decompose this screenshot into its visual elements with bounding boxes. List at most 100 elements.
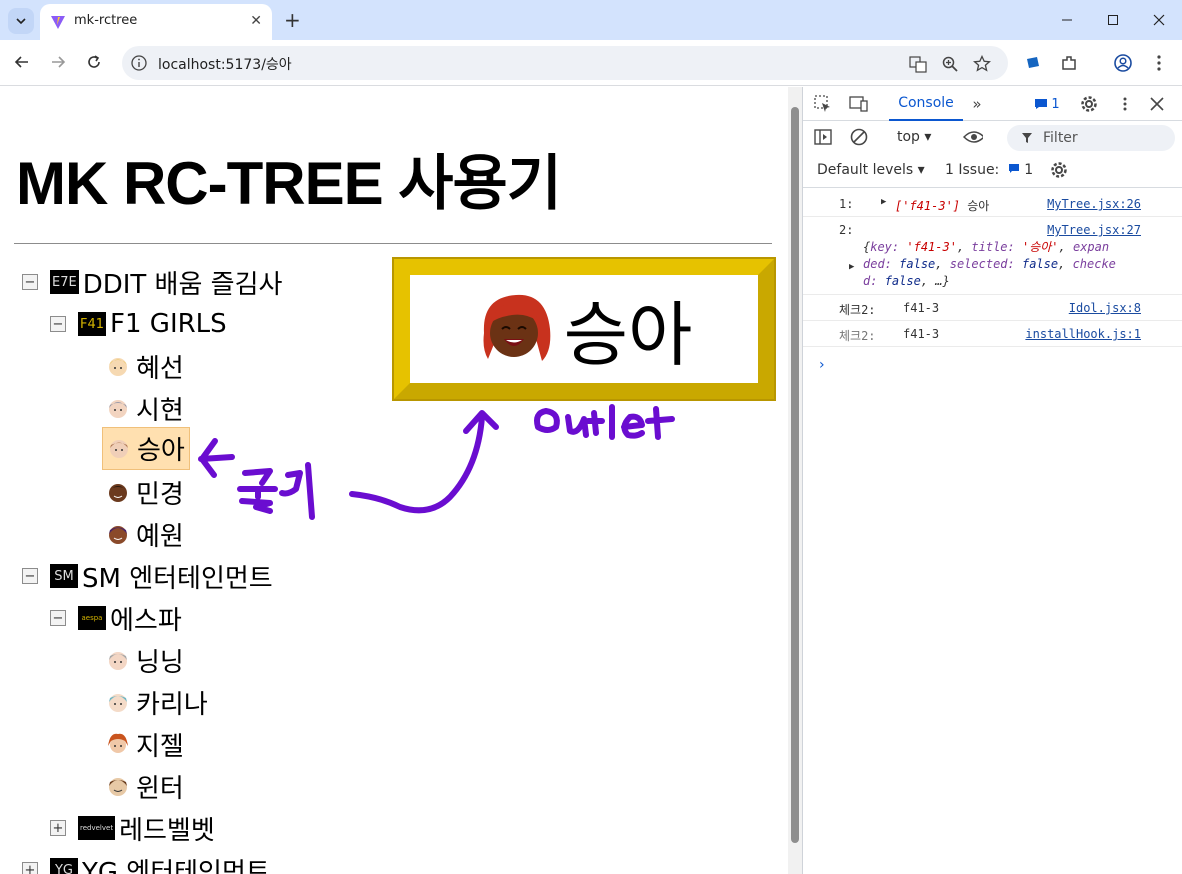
clear-console-icon[interactable] [849, 127, 869, 147]
expand-arrow-icon[interactable]: ▶ [849, 259, 854, 276]
console-message[interactable]: 1: ▶ ['f41-3'] 승아 MyTree.jsx:26 [803, 189, 1182, 217]
address-bar[interactable]: localhost:5173/승아 [122, 46, 1008, 80]
tree-node-label[interactable]: DDIT 배움 즐김사 [83, 264, 283, 301]
tree-node-hyeseon[interactable]: 혜선 [106, 347, 184, 385]
log-object: {key: 'f41-3', title: '승아', expan ▶ ded: … [849, 240, 1116, 288]
bookmark-star-icon[interactable] [972, 54, 992, 74]
settings-gear-icon[interactable] [1079, 94, 1099, 114]
tree-node-label[interactable]: YG 엔터테인먼트 [82, 852, 270, 874]
more-tabs-icon[interactable]: » [967, 94, 987, 114]
context-selector[interactable]: top ▾ [897, 129, 931, 145]
tree-node-karina[interactable]: 카리나 [106, 683, 208, 721]
avatar-seunga-large-icon [483, 294, 550, 361]
messages-badge[interactable]: 1 [1029, 94, 1065, 114]
log-label: 체크2: [839, 329, 876, 343]
tree-node-yg[interactable]: + YG YG 엔터테인먼트 [22, 851, 270, 874]
tree-node-label[interactable]: 예원 [136, 516, 184, 553]
selected-node[interactable]: 승아 [102, 426, 190, 470]
console-message[interactable]: 체크2: f41-3 Idol.jsx:8 [803, 295, 1182, 321]
tree-node-aespa[interactable]: − aespa 에스파 [50, 599, 182, 637]
source-link[interactable]: installHook.js:1 [1025, 327, 1141, 341]
eye-icon[interactable] [963, 127, 983, 147]
tree-node-winter[interactable]: 윈터 [106, 767, 184, 805]
tree-node-label[interactable]: 윈터 [136, 768, 184, 805]
tree-node-f1-girls[interactable]: − F41 F1 GIRLS [50, 305, 227, 343]
tree-node-label[interactable]: 혜선 [136, 348, 184, 385]
close-icon[interactable] [1147, 94, 1167, 114]
new-tab-button[interactable]: + [284, 8, 301, 32]
menu-kebab-icon[interactable] [1148, 52, 1170, 74]
minimize-button[interactable] [1054, 8, 1080, 32]
maximize-button[interactable] [1100, 8, 1126, 32]
tree-node-ningning[interactable]: 닝닝 [106, 641, 184, 679]
expand-switcher[interactable]: + [50, 820, 66, 836]
tree-node-label[interactable]: 승아 [137, 430, 185, 467]
source-link[interactable]: MyTree.jsx:26 [1047, 197, 1141, 211]
extension-icon[interactable] [1022, 52, 1044, 74]
devtools-panel: Console » 1 top ▾ Filter Default levels … [802, 87, 1182, 874]
avatar-karina-icon [109, 694, 127, 712]
tree-node-seunga[interactable]: 승아 [102, 426, 190, 470]
scrollbar-thumb[interactable] [791, 107, 799, 843]
collapse-switcher[interactable]: − [50, 610, 66, 626]
forward-button[interactable] [46, 50, 70, 74]
tab-console[interactable]: Console [889, 87, 963, 121]
inspect-element-icon[interactable] [813, 94, 833, 114]
console-message[interactable]: 체크2: f41-3 installHook.js:1 [803, 321, 1182, 347]
expand-arrow-icon[interactable]: ▶ [881, 197, 886, 207]
close-icon[interactable]: ✕ [250, 13, 262, 29]
tree-node-label[interactable]: 닝닝 [136, 642, 184, 679]
tree-node-yewon[interactable]: 예원 [106, 515, 184, 553]
obj-value: false [1021, 257, 1059, 271]
translate-icon[interactable] [908, 54, 928, 74]
tree-node-sm[interactable]: − SM SM 엔터테인먼트 [22, 557, 273, 595]
browser-tab[interactable]: mk-rctree ✕ [40, 4, 272, 40]
window-close-button[interactable] [1146, 8, 1172, 32]
tree-node-ddit[interactable]: − E7E DDIT 배움 즐김사 [22, 263, 282, 301]
source-link[interactable]: MyTree.jsx:27 [1047, 223, 1141, 237]
obj-key: checke [1072, 257, 1116, 271]
tree-node-giselle[interactable]: 지젤 [106, 725, 184, 763]
devtools-menu-icon[interactable] [1115, 94, 1135, 114]
minimize-icon [1062, 19, 1072, 21]
tree-node-label[interactable]: 민경 [136, 474, 184, 511]
issues-button[interactable]: 1 Issue: 1 [945, 162, 1033, 178]
reload-button[interactable] [82, 50, 106, 74]
back-button[interactable] [10, 50, 34, 74]
message-icon [1035, 99, 1048, 109]
console-prompt[interactable]: › [819, 357, 825, 373]
avatar-seunga-icon [110, 440, 128, 458]
page-title: MK RC-TREE 사용기 [16, 150, 562, 217]
obj-value: 'f41-3' [906, 240, 957, 254]
tree-node-mingyeong[interactable]: 민경 [106, 473, 184, 511]
tree-node-redvelvet[interactable]: + redvelvet 레드벨벳 [50, 809, 215, 847]
sidebar-toggle-icon[interactable] [813, 127, 833, 147]
zoom-icon[interactable] [940, 54, 960, 74]
tree-node-label[interactable]: SM 엔터테인먼트 [82, 558, 273, 595]
page-scrollbar[interactable] [788, 87, 802, 874]
profile-icon[interactable] [1112, 52, 1134, 74]
maximize-icon [1108, 15, 1118, 25]
url-text[interactable]: localhost:5173/승아 [158, 54, 292, 74]
levels-dropdown[interactable]: Default levels ▾ [817, 162, 925, 178]
tree-node-label[interactable]: 카리나 [136, 684, 208, 721]
console-settings-gear-icon[interactable] [1049, 160, 1069, 180]
device-toolbar-icon[interactable] [849, 94, 869, 114]
tree-node-label[interactable]: F1 GIRLS [110, 309, 227, 339]
tree-node-label[interactable]: 지젤 [136, 726, 184, 763]
expand-switcher[interactable]: + [22, 862, 38, 874]
collapse-switcher[interactable]: − [50, 316, 66, 332]
log-array: ['f41-3'] 승아 [895, 197, 989, 214]
site-info-icon[interactable] [130, 54, 148, 72]
source-link[interactable]: Idol.jsx:8 [1069, 301, 1141, 315]
tree-node-label[interactable]: 에스파 [110, 600, 182, 637]
tab-title: mk-rctree [74, 13, 138, 28]
collapse-switcher[interactable]: − [22, 274, 38, 290]
tree-node-sihyeon[interactable]: 시현 [106, 389, 184, 427]
puzzle-icon[interactable] [1058, 52, 1080, 74]
console-message[interactable]: 2: MyTree.jsx:27 {key: 'f41-3', title: '… [803, 217, 1182, 295]
tree-node-label[interactable]: 시현 [136, 390, 184, 427]
tree-node-label[interactable]: 레드벨벳 [119, 810, 215, 847]
collapse-switcher[interactable]: − [22, 568, 38, 584]
tab-search-button[interactable] [8, 8, 34, 34]
